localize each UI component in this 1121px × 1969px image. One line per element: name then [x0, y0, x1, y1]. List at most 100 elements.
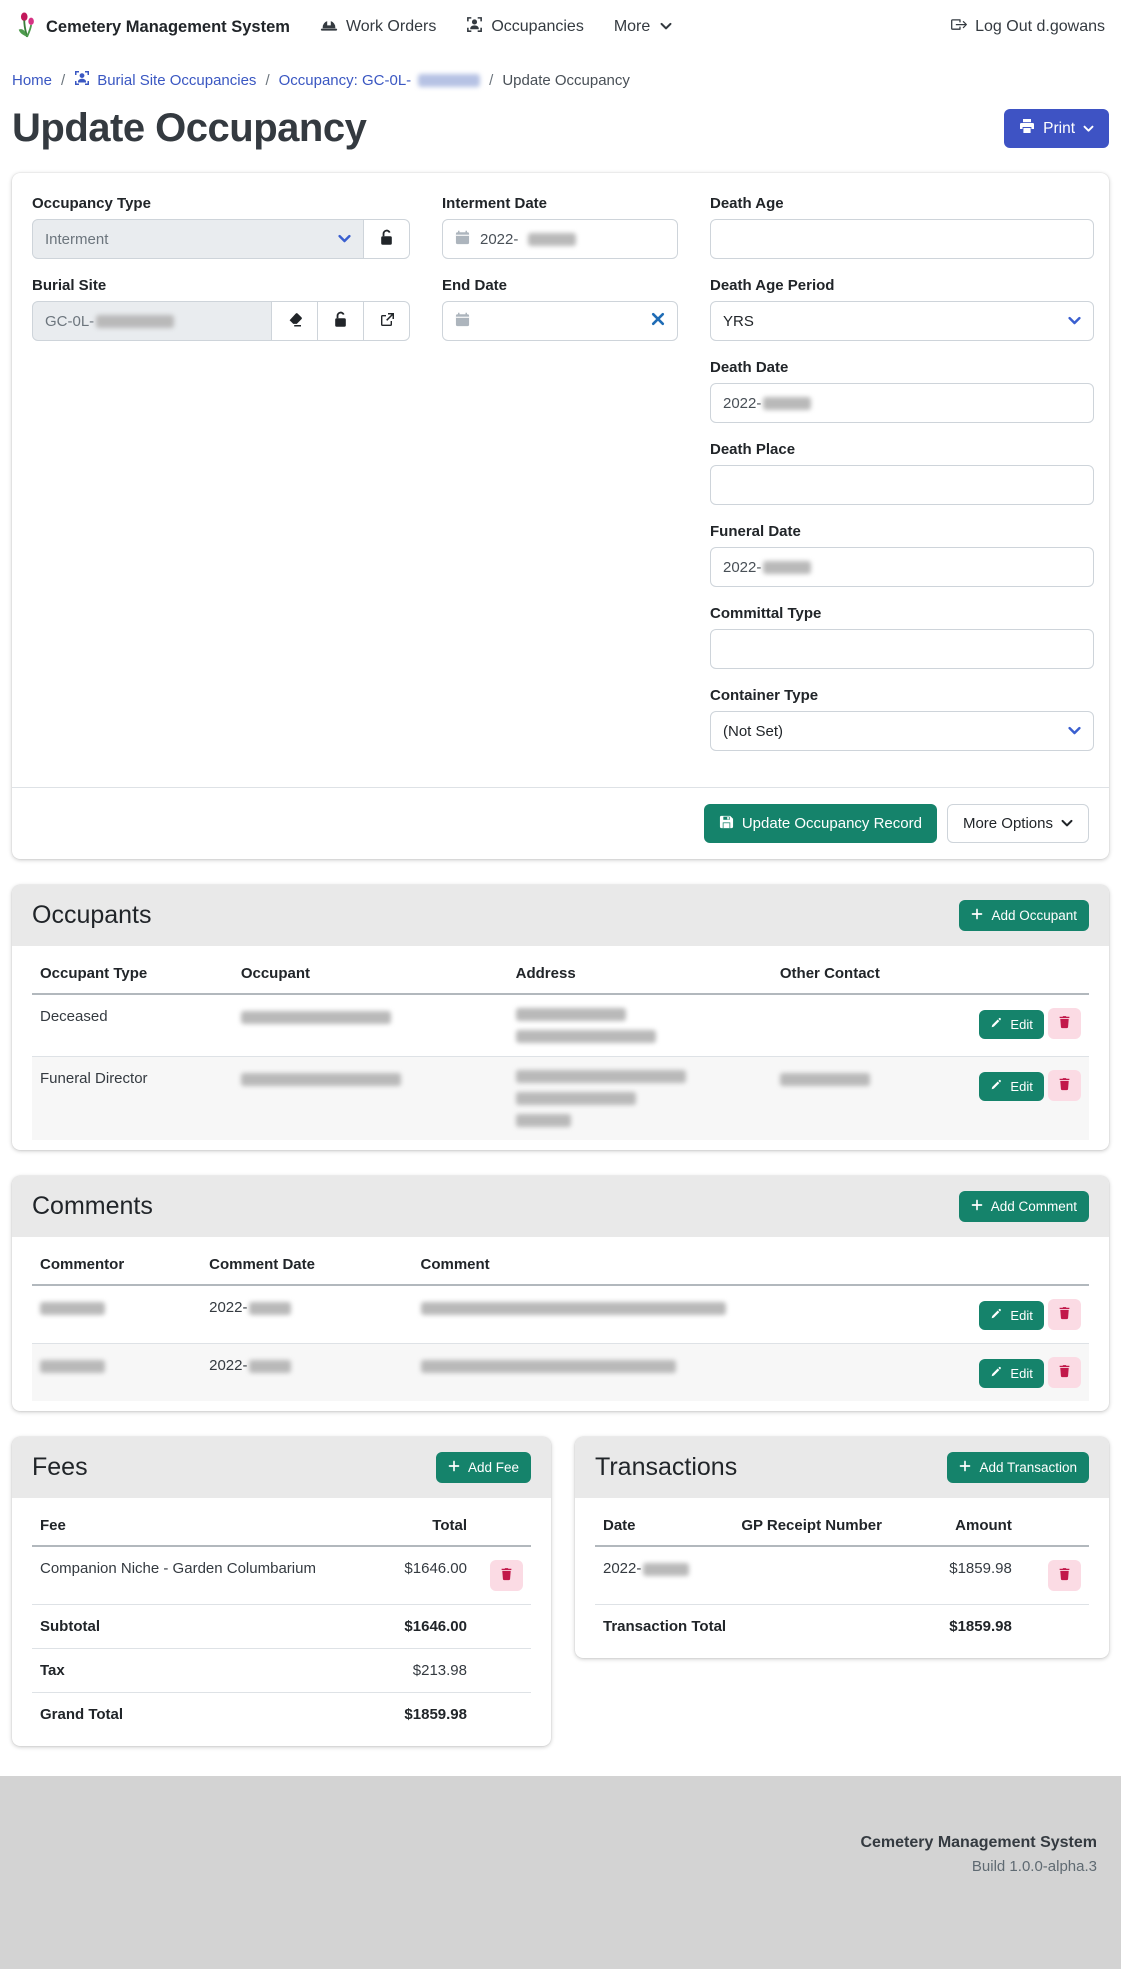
- update-occupancy-record-button[interactable]: Update Occupancy Record: [704, 804, 937, 843]
- occupant-other-contact-cell: [772, 994, 941, 1057]
- comment-cell: [413, 1344, 942, 1402]
- redacted-address-line: [516, 1114, 571, 1127]
- add-comment-button[interactable]: Add Comment: [959, 1191, 1089, 1222]
- grand-total-row: Grand Total $1859.98: [32, 1693, 531, 1737]
- nav-logout[interactable]: Log Out d.gowans: [950, 16, 1105, 38]
- trash-icon: [1058, 1015, 1071, 1032]
- trash-icon: [1058, 1567, 1071, 1584]
- nav-work-orders[interactable]: Work Orders: [320, 17, 436, 37]
- end-date-input[interactable]: [442, 301, 678, 341]
- tulip-logo-icon: [16, 11, 38, 44]
- redacted-address-line: [516, 1008, 626, 1021]
- app-brand[interactable]: Cemetery Management System: [16, 11, 290, 44]
- death-age-label: Death Age: [710, 195, 1094, 212]
- burial-site-input[interactable]: GC-0L-: [32, 301, 272, 341]
- edit-comment-button[interactable]: Edit: [979, 1301, 1043, 1330]
- redacted-comment-date: [249, 1360, 291, 1373]
- delete-fee-button[interactable]: [490, 1560, 523, 1591]
- breadcrumb-separator: /: [265, 72, 269, 89]
- interment-date-value: 2022-: [480, 231, 518, 248]
- nav-occupancies[interactable]: Occupancies: [466, 16, 584, 38]
- transaction-total-value: $1859.98: [921, 1605, 1020, 1649]
- interment-date-input[interactable]: 2022-: [442, 219, 678, 259]
- page-footer: Cemetery Management System Build 1.0.0-a…: [0, 1776, 1121, 1969]
- nav-more[interactable]: More: [614, 18, 672, 36]
- trash-icon: [500, 1567, 513, 1584]
- plus-icon: [971, 1199, 983, 1214]
- table-row: 2022- Edit: [32, 1285, 1089, 1344]
- comments-header-date: Comment Date: [201, 1243, 412, 1285]
- delete-comment-button[interactable]: [1048, 1357, 1081, 1388]
- print-label: Print: [1043, 120, 1075, 138]
- death-age-input[interactable]: [710, 219, 1094, 259]
- chevron-down-icon: [660, 18, 672, 36]
- death-age-period-value: YRS: [723, 313, 754, 330]
- breadcrumb-home[interactable]: Home: [12, 72, 52, 89]
- death-date-value: 2022-: [723, 395, 761, 412]
- add-fee-button[interactable]: Add Fee: [436, 1452, 531, 1483]
- redacted-address-line: [516, 1030, 656, 1043]
- death-date-input[interactable]: 2022-: [710, 383, 1094, 423]
- death-place-input[interactable]: [710, 465, 1094, 505]
- burial-site-lock-button[interactable]: [318, 301, 364, 341]
- funeral-date-label: Funeral Date: [710, 523, 1094, 540]
- breadcrumb: Home / Burial Site Occupancies / Occupan…: [12, 54, 1109, 90]
- death-date-label: Death Date: [710, 359, 1094, 376]
- death-age-period-select[interactable]: YRS: [710, 301, 1094, 341]
- more-options-button[interactable]: More Options: [947, 804, 1089, 843]
- edit-button-label: Edit: [1010, 1308, 1032, 1323]
- edit-button-label: Edit: [1010, 1366, 1032, 1381]
- occupant-type-cell: Deceased: [32, 994, 233, 1057]
- print-button[interactable]: Print: [1004, 109, 1109, 148]
- edit-occupant-button[interactable]: Edit: [979, 1010, 1043, 1039]
- committal-type-input[interactable]: [710, 629, 1094, 669]
- edit-comment-button[interactable]: Edit: [979, 1359, 1043, 1388]
- comments-header-commentor: Commentor: [32, 1243, 201, 1285]
- fees-tax-label: Tax: [32, 1649, 380, 1693]
- container-type-select[interactable]: (Not Set): [710, 711, 1094, 751]
- subtotal-row: Subtotal $1646.00: [32, 1605, 531, 1649]
- delete-occupant-button[interactable]: [1048, 1008, 1081, 1039]
- fees-subtotal-value: $1646.00: [380, 1605, 475, 1649]
- burial-site-open-button[interactable]: [364, 301, 410, 341]
- occupants-header-address: Address: [508, 952, 772, 994]
- delete-transaction-button[interactable]: [1048, 1560, 1081, 1591]
- hard-hat-icon: [320, 17, 338, 37]
- comments-card: Comments Add Comment Commentor Comment D…: [12, 1176, 1109, 1411]
- interment-date-label: Interment Date: [442, 195, 678, 212]
- burial-site-clear-button[interactable]: [272, 301, 318, 341]
- death-place-label: Death Place: [710, 441, 1094, 458]
- burial-site-value: GC-0L-: [45, 313, 94, 330]
- footer-build-version: Build 1.0.0-alpha.3: [24, 1858, 1097, 1875]
- trash-icon: [1058, 1077, 1071, 1094]
- breadcrumb-occupancy[interactable]: Occupancy: GC-0L-: [279, 72, 481, 89]
- edit-occupant-button[interactable]: Edit: [979, 1072, 1043, 1101]
- add-transaction-button[interactable]: Add Transaction: [947, 1452, 1089, 1483]
- transaction-total-row: Transaction Total $1859.98: [595, 1605, 1089, 1649]
- edit-button-label: Edit: [1010, 1079, 1032, 1094]
- fees-grand-total-value: $1859.98: [380, 1693, 475, 1737]
- transactions-table: Date GP Receipt Number Amount 2022- $185…: [595, 1504, 1089, 1648]
- comment-date-cell: 2022-: [201, 1285, 412, 1344]
- redacted-comment: [421, 1360, 676, 1373]
- breadcrumb-burial-site-occupancies[interactable]: Burial Site Occupancies: [74, 70, 256, 90]
- redacted-burial-site: [96, 315, 174, 328]
- transactions-header-receipt: GP Receipt Number: [733, 1504, 921, 1546]
- trash-icon: [1058, 1306, 1071, 1323]
- breadcrumb-separator: /: [61, 72, 65, 89]
- person-badge-icon: [74, 70, 90, 90]
- committal-type-label: Committal Type: [710, 605, 1094, 622]
- occupancy-type-select[interactable]: Interment: [32, 219, 364, 259]
- add-occupant-button[interactable]: Add Occupant: [959, 900, 1089, 931]
- comment-date-prefix: 2022-: [209, 1299, 247, 1316]
- calendar-icon: [455, 230, 470, 249]
- occupancy-type-lock-button[interactable]: [364, 219, 410, 259]
- delete-occupant-button[interactable]: [1048, 1070, 1081, 1101]
- pencil-icon: [990, 1308, 1002, 1323]
- transactions-header-date: Date: [595, 1504, 733, 1546]
- delete-comment-button[interactable]: [1048, 1299, 1081, 1330]
- funeral-date-input[interactable]: 2022-: [710, 547, 1094, 587]
- eraser-icon: [287, 312, 303, 331]
- occupant-address-cell: [508, 994, 772, 1057]
- clear-x-icon[interactable]: [651, 312, 665, 330]
